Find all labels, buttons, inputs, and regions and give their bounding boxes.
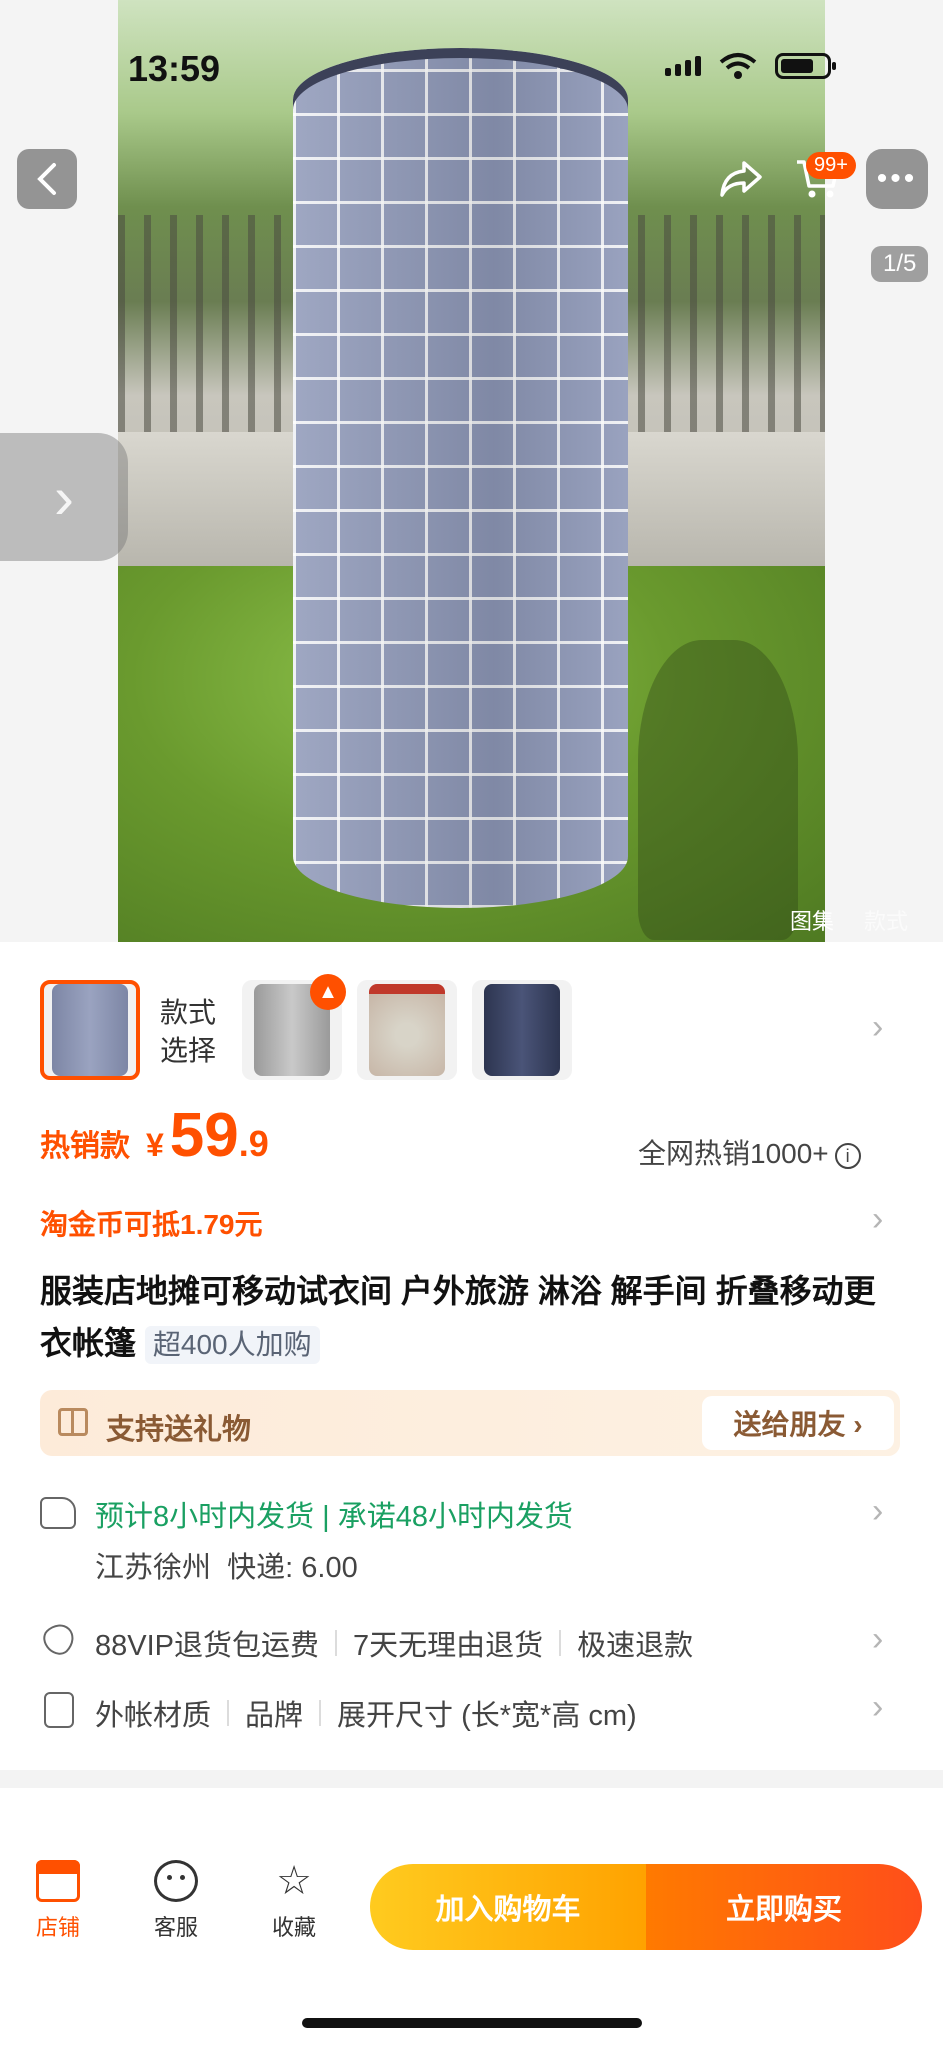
more-button[interactable]: •••	[866, 149, 928, 209]
star-icon: ☆	[276, 1859, 312, 1903]
status-time: 13:59	[128, 48, 221, 89]
variant-thumb-1[interactable]	[40, 980, 140, 1080]
product-params[interactable]: 外帐材质 品牌 展开尺寸 (长*宽*高 cm)	[95, 1692, 637, 1734]
gift-bar[interactable]: 支持送礼物 送给朋友 ›	[40, 1390, 900, 1456]
variant-label: 款式 选择	[160, 997, 217, 1066]
buy-now-button[interactable]: 立即购买	[646, 1864, 922, 1950]
params-chevron-icon[interactable]: ›	[872, 1688, 883, 1727]
store-tab[interactable]: 店铺	[18, 1860, 98, 1942]
share-button[interactable]	[711, 149, 771, 209]
coin-discount[interactable]: 淘金币可抵1.79元	[40, 1203, 263, 1243]
service-guarantees[interactable]: 88VIP退货包运费 7天无理由退货 极速退款	[95, 1622, 693, 1664]
store-icon	[36, 1860, 80, 1902]
chevron-left-icon	[37, 163, 56, 195]
param-item: 品牌	[245, 1700, 304, 1732]
add-to-cart-button[interactable]: 加入购物车	[370, 1864, 646, 1950]
add-to-cart-count-tag: 超400人加购	[144, 1326, 320, 1364]
send-to-friend-button[interactable]: 送给朋友 ›	[702, 1396, 894, 1450]
home-indicator[interactable]	[302, 2018, 642, 2028]
next-image-button[interactable]: ›	[0, 433, 128, 561]
battery-icon	[775, 53, 836, 79]
service-item: 极速退款	[577, 1630, 694, 1662]
variant-thumb-3[interactable]	[357, 980, 457, 1080]
more-dots-icon: •••	[876, 162, 918, 195]
variant-thumb-4[interactable]	[472, 980, 572, 1080]
variant-image	[369, 984, 445, 1076]
truck-icon	[40, 1497, 76, 1529]
currency-symbol: ¥	[146, 1127, 164, 1163]
shipping-origin: 江苏徐州 快递: 6.00	[95, 1552, 358, 1584]
divider	[319, 1700, 322, 1726]
gift-text: 支持送礼物	[106, 1414, 252, 1446]
shipping-estimate[interactable]: 预计8小时内发货 | 承诺48小时内发货	[95, 1493, 573, 1535]
tab-style[interactable]: 款式	[864, 904, 908, 936]
share-icon	[720, 161, 762, 197]
product-photo	[118, 0, 825, 942]
back-button[interactable]	[17, 149, 77, 209]
variant-chevron-icon[interactable]: ›	[872, 1008, 883, 1047]
cart-count-badge: 99+	[806, 152, 856, 179]
section-divider	[0, 1770, 943, 1788]
price-decimal: .9	[238, 1123, 269, 1164]
price-integer: 59	[169, 1101, 239, 1170]
variant-image	[52, 984, 128, 1076]
clipboard-icon	[44, 1692, 74, 1728]
info-icon[interactable]: i	[834, 1142, 861, 1169]
sales-count[interactable]: 全网热销1000+ i	[638, 1132, 861, 1172]
fire-icon: ▲	[310, 974, 346, 1010]
bottom-action-bar: 店铺 客服 ☆ 收藏 加入购物车 立即购买	[0, 1836, 943, 2048]
product-image-gallery[interactable]: 13:59 99+ ••• 1/5 › 图集 款式	[0, 0, 943, 942]
customer-service-tab[interactable]: 客服	[136, 1860, 216, 1942]
coin-chevron-icon[interactable]: ›	[872, 1200, 883, 1239]
service-item: 7天无理由退货	[353, 1630, 544, 1662]
param-item: 展开尺寸 (长*宽*高 cm)	[337, 1700, 637, 1732]
divider	[227, 1700, 230, 1726]
service-item: 88VIP退货包运费	[95, 1630, 319, 1662]
price-row: 热销款 ¥ 59 .9	[40, 1100, 269, 1171]
product-title: 服装店地摊可移动试衣间 户外旅游 淋浴 解手间 折叠移动更衣帐篷 超400人加购	[40, 1265, 900, 1369]
signal-icon	[665, 56, 701, 76]
wifi-icon	[719, 53, 757, 79]
divider	[335, 1630, 337, 1656]
shipping-chevron-icon[interactable]: ›	[872, 1492, 883, 1531]
gallery-tabs: 图集 款式	[790, 904, 908, 936]
variant-selector: 款式 选择 ▲ ›	[0, 974, 943, 1085]
param-item: 外帐材质	[95, 1700, 212, 1732]
status-icons	[665, 52, 836, 80]
variant-image	[484, 984, 560, 1076]
favorite-tab[interactable]: ☆ 收藏	[254, 1860, 334, 1942]
chevron-right-icon: ›	[54, 463, 74, 531]
chat-face-icon	[154, 1860, 198, 1902]
gift-icon	[58, 1408, 88, 1436]
tab-gallery[interactable]: 图集	[790, 904, 834, 936]
tent-image	[293, 48, 628, 908]
hot-label: 热销款	[40, 1130, 130, 1163]
divider	[559, 1630, 562, 1656]
image-page-indicator: 1/5	[871, 246, 929, 282]
heart-shield-icon	[37, 1617, 81, 1661]
service-chevron-icon[interactable]: ›	[872, 1620, 883, 1659]
photo-shadow	[638, 640, 798, 940]
